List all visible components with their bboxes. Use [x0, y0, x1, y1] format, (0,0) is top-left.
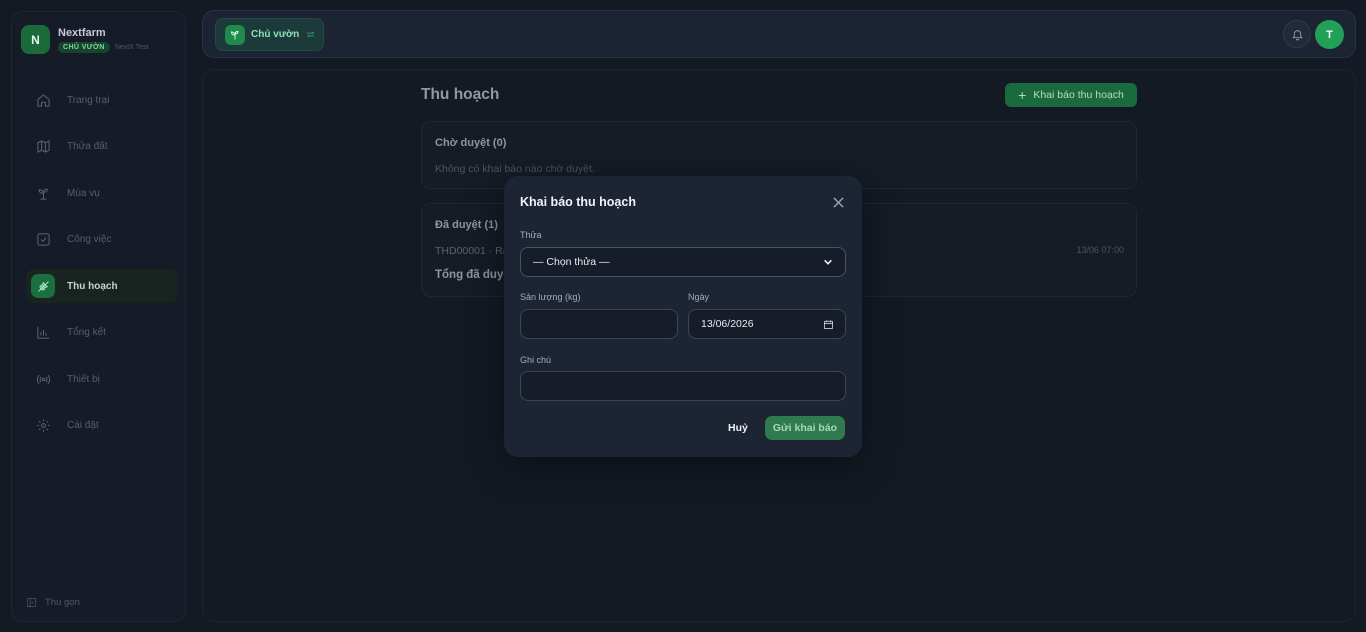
sidebar-item-label: Trang trại — [67, 94, 110, 106]
brand-avatar: N — [21, 25, 50, 54]
sidebar-item-summary[interactable]: Tổng kết — [26, 316, 178, 350]
chevron-down-icon — [824, 259, 832, 265]
date-input[interactable]: 13/06/2026 — [688, 309, 846, 339]
sprout-icon — [225, 24, 245, 45]
notifications-button[interactable] — [1283, 20, 1311, 48]
sprout-icon — [35, 185, 51, 201]
panel-collapse-icon — [27, 598, 36, 607]
brand-name: Nextfarm — [58, 27, 106, 39]
approved-total-label: Tổng đã duyệt — [435, 269, 514, 281]
bar-chart-icon — [35, 325, 51, 341]
sidebar-item-plots[interactable]: Thửa đất — [26, 130, 178, 164]
sidebar-nav: Trang trại Thửa đất Mùa vụ Công việc Thu… — [26, 83, 178, 455]
brand[interactable]: N Nextfarm CHỦ VƯỜN NextX Test — [21, 25, 149, 54]
submit-button[interactable]: Gửi khai báo — [765, 416, 845, 440]
role-switch-label: Chủ vườn — [251, 29, 300, 40]
role-badge: CHỦ VƯỜN — [58, 42, 110, 53]
sidebar-item-settings[interactable]: Cài đặt — [26, 409, 178, 443]
note-input[interactable] — [520, 371, 846, 401]
sidebar-item-label: Thu hoạch — [67, 280, 118, 292]
sidebar-item-label: Thửa đất — [67, 141, 108, 152]
user-avatar[interactable]: T — [1315, 20, 1344, 49]
note-label: Ghi chú — [520, 355, 552, 365]
quantity-label: Sản lượng (kg) — [520, 292, 581, 302]
modal-title: Khai báo thu hoạch — [520, 195, 636, 209]
sidebar-item-seasons[interactable]: Mùa vụ — [26, 176, 178, 210]
page-title: Thu hoạch — [421, 86, 500, 103]
add-harvest-button[interactable]: + Khai báo thu hoạch — [1005, 83, 1137, 107]
plus-icon: + — [1018, 87, 1027, 103]
sidebar-item-label: Công việc — [67, 234, 112, 245]
collapse-sidebar-button[interactable]: Thu gọn — [26, 597, 80, 608]
brand-sub: CHỦ VƯỜN NextX Test — [58, 42, 149, 53]
approved-title: Đã duyệt (1) — [435, 219, 498, 231]
collapse-label: Thu gọn — [45, 597, 80, 608]
date-value: 13/06/2026 — [701, 318, 754, 330]
sidebar-item-tasks[interactable]: Công việc — [26, 223, 178, 257]
sidebar-item-label: Thiết bị — [67, 373, 100, 385]
sidebar-item-farm[interactable]: Trang trại — [26, 83, 178, 117]
quantity-input[interactable] — [520, 309, 678, 339]
wheat-icon — [31, 274, 55, 298]
brand-tenant: NextX Test — [114, 44, 149, 51]
sidebar-item-harvest[interactable]: Thu hoạch — [26, 269, 178, 303]
role-switch-button[interactable]: Chủ vườn — [215, 18, 324, 51]
pending-empty-text: Không có khai báo nào chờ duyệt. — [435, 163, 595, 175]
plot-label: Thửa — [520, 230, 542, 240]
close-button[interactable] — [830, 194, 846, 210]
home-icon — [35, 92, 51, 108]
brand-text: Nextfarm CHỦ VƯỜN NextX Test — [58, 26, 149, 53]
sidebar: N Nextfarm CHỦ VƯỜN NextX Test Trang trạ… — [11, 11, 186, 622]
bell-icon — [1291, 29, 1303, 40]
swap-icon — [305, 29, 316, 40]
harvest-declaration-modal: Khai báo thu hoạch Thửa — Chọn thửa — Sả… — [504, 176, 862, 457]
plot-select-value: — Chọn thửa — — [533, 256, 610, 268]
calendar-icon[interactable] — [823, 319, 834, 330]
checkbox-icon — [35, 232, 51, 248]
pending-title: Chờ duyệt (0) — [435, 137, 507, 149]
cancel-button[interactable]: Huỷ — [728, 422, 748, 434]
record-time: 13/06 07:00 — [1076, 245, 1124, 255]
sidebar-item-label: Mùa vụ — [67, 187, 100, 199]
topbar: Chủ vườn T — [202, 10, 1356, 58]
add-harvest-label: Khai báo thu hoạch — [1033, 89, 1124, 101]
sidebar-item-label: Cài đặt — [67, 420, 99, 431]
radio-icon — [35, 371, 51, 387]
close-icon — [832, 196, 844, 208]
date-label: Ngày — [688, 292, 710, 302]
record-code[interactable]: THD00001 · Ra — [435, 245, 509, 257]
plot-select[interactable]: — Chọn thửa — — [520, 247, 846, 277]
sidebar-item-label: Tổng kết — [67, 327, 106, 338]
gear-icon — [35, 418, 51, 434]
sidebar-item-devices[interactable]: Thiết bị — [26, 362, 178, 396]
map-icon — [35, 139, 51, 155]
